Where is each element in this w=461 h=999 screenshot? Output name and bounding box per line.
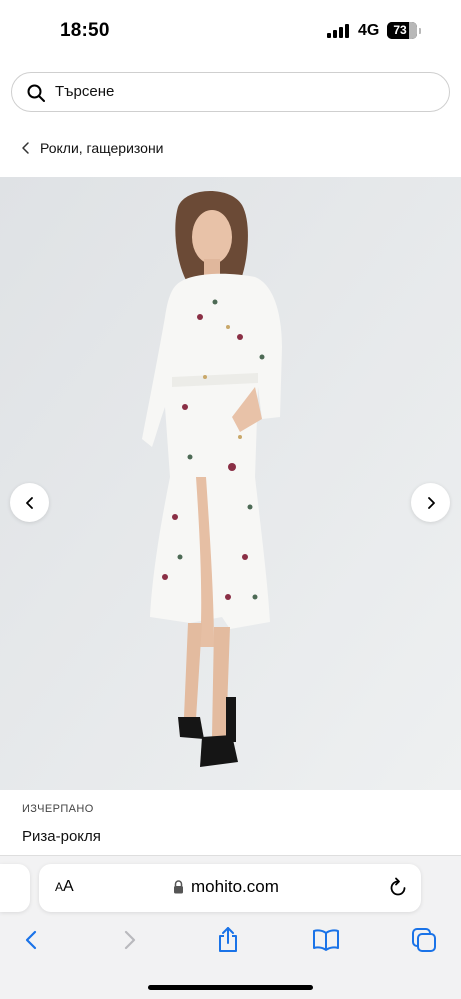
aa-small-letter: A — [55, 880, 64, 894]
address-bar[interactable]: AA mohito.com — [39, 864, 421, 912]
bookmarks-button[interactable] — [310, 924, 342, 956]
breadcrumb-label: Рокли, гащеризони — [40, 140, 164, 156]
product-name[interactable]: Риза-рокля — [22, 828, 101, 845]
chevron-left-icon — [22, 142, 29, 154]
product-image[interactable] — [0, 177, 461, 790]
cellular-signal-icon — [327, 24, 351, 38]
url-text: mohito.com — [191, 877, 279, 896]
tabs-button[interactable] — [408, 924, 440, 956]
status-time: 18:50 — [60, 20, 110, 41]
network-type: 4G — [358, 22, 380, 39]
carousel-next-button[interactable] — [411, 483, 450, 522]
forward-button[interactable] — [114, 924, 146, 956]
carousel-prev-button[interactable] — [10, 483, 49, 522]
search-input[interactable]: Търсене — [11, 72, 450, 112]
stock-status-label: ИЗЧЕРПАНО — [22, 803, 94, 815]
previous-tab-preview[interactable] — [0, 864, 30, 912]
lock-icon — [174, 880, 183, 894]
battery-percent: 73 — [393, 23, 407, 37]
reader-settings-button[interactable]: AA — [55, 878, 74, 896]
battery-cap — [419, 28, 421, 34]
address-display[interactable]: mohito.com — [173, 877, 279, 897]
search-icon — [27, 84, 45, 102]
chevron-left-icon — [25, 930, 37, 950]
share-icon — [219, 927, 237, 952]
tabs-icon — [412, 928, 436, 952]
status-bar: 18:50 4G 73 — [0, 0, 461, 62]
share-button[interactable] — [212, 924, 244, 956]
breadcrumb[interactable]: Рокли, гащеризони — [20, 138, 164, 158]
chevron-right-icon — [427, 496, 435, 509]
chevron-left-icon — [25, 496, 33, 509]
reload-icon[interactable] — [387, 877, 409, 899]
aa-large-letter: A — [63, 878, 74, 895]
search-placeholder: Търсене — [55, 83, 115, 100]
book-icon — [313, 929, 339, 951]
home-indicator — [148, 985, 313, 990]
battery-icon: 73 — [387, 22, 417, 39]
browser-toolbar: AA mohito.com — [0, 855, 461, 999]
product-photo — [0, 177, 461, 790]
back-button[interactable] — [15, 924, 47, 956]
chevron-right-icon — [124, 930, 136, 950]
